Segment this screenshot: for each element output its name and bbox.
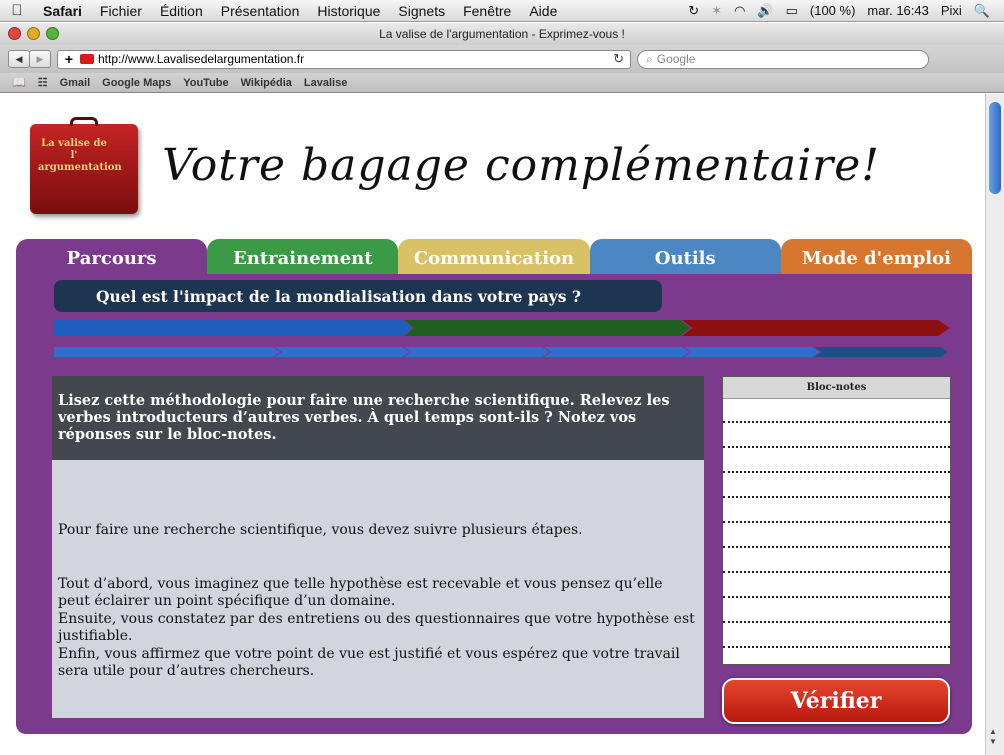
apple-icon[interactable]: 	[0, 2, 34, 19]
paragraph-step-1: Tout d’abord, vous imaginez que telle hy…	[58, 576, 663, 609]
progress-step-4[interactable]	[544, 347, 690, 357]
bookmarks-bar: 📖 ☷ Gmail Google Maps YouTube Wikipédia …	[0, 73, 1004, 93]
page-scrollbar[interactable]: ▲ ▼	[985, 94, 1004, 755]
notepad[interactable]: Bloc-notes	[722, 376, 951, 665]
spotlight-icon[interactable]: 🔍	[974, 3, 990, 19]
tab-communication[interactable]: Communication	[398, 239, 590, 277]
notepad-line[interactable]	[723, 421, 950, 423]
notepad-line[interactable]	[723, 521, 950, 523]
paragraph-step-2: Ensuite, vous constatez par des entretie…	[58, 611, 695, 644]
zoom-window-icon[interactable]	[46, 27, 59, 40]
forward-button[interactable]: ▶	[29, 50, 51, 68]
menu-bar:  Safari Fichier Édition Présentation Hi…	[0, 0, 1004, 22]
menu-historique[interactable]: Historique	[308, 3, 389, 19]
back-button[interactable]: ◀	[8, 50, 30, 68]
scroll-arrows-icon[interactable]: ▲ ▼	[989, 727, 997, 747]
notepad-line[interactable]	[723, 571, 950, 573]
top-sites-grid-icon[interactable]: ☷	[38, 76, 48, 89]
notepad-line[interactable]	[723, 546, 950, 548]
notepad-line[interactable]	[723, 446, 950, 448]
menu-fenetre[interactable]: Fenêtre	[454, 3, 520, 19]
progress-step-1[interactable]	[54, 347, 280, 357]
instructions: Lisez cette méthodologie pour faire une …	[52, 376, 704, 460]
paragraph-step-3: Enfin, vous affirmez que votre point de …	[58, 646, 680, 679]
main-tabs: Parcours Entrainement Communication Outi…	[16, 239, 973, 277]
search-field[interactable]: ⌕ Google	[637, 49, 929, 69]
verify-button[interactable]: Vérifier	[722, 678, 950, 724]
volume-icon[interactable]: 🔊	[757, 3, 773, 19]
notepad-line[interactable]	[723, 621, 950, 623]
notepad-line[interactable]	[723, 646, 950, 648]
battery-icon[interactable]: ▭	[786, 3, 798, 19]
scrollbar-thumb[interactable]	[989, 102, 1001, 194]
tab-mode-emploi[interactable]: Mode d'emploi	[780, 239, 973, 277]
search-placeholder: Google	[656, 52, 696, 66]
site-logo[interactable]: La valise de l' argumentation	[30, 117, 138, 214]
window-title: La valise de l'argumentation - Exprimez-…	[379, 27, 625, 41]
progress-step-5[interactable]	[684, 347, 820, 357]
menu-aide[interactable]: Aide	[520, 3, 566, 19]
menu-safari[interactable]: Safari	[34, 3, 91, 19]
window-title-bar: La valise de l'argumentation - Exprimez-…	[0, 23, 1004, 45]
exercise-text-area: Lisez cette méthodologie pour faire une …	[52, 376, 704, 718]
time-machine-icon[interactable]: ↻	[688, 3, 699, 19]
browser-toolbar: ◀ ▶ + http://www.Lavalisedelargumentatio…	[0, 45, 1004, 73]
question-banner: Quel est l'impact de la mondialisation d…	[54, 280, 662, 312]
address-bar[interactable]: + http://www.Lavalisedelargumentation.fr…	[57, 49, 631, 69]
bookmark-google-maps[interactable]: Google Maps	[102, 77, 171, 89]
tab-entrainement[interactable]: Entrainement	[207, 239, 399, 277]
suitcase-handle	[70, 117, 98, 126]
menu-fichier[interactable]: Fichier	[91, 3, 151, 19]
bookmark-youtube[interactable]: YouTube	[183, 77, 228, 89]
progress-main-1[interactable]	[54, 320, 412, 336]
site-favicon	[80, 54, 94, 64]
tab-outils[interactable]: Outils	[589, 239, 781, 277]
tab-parcours[interactable]: Parcours	[16, 239, 208, 277]
reload-icon[interactable]: ↻	[613, 51, 630, 67]
battery-percent: (100 %)	[809, 3, 856, 18]
web-page: La valise de l' argumentation Votre baga…	[0, 94, 985, 755]
menu-signets[interactable]: Signets	[389, 3, 454, 19]
progress-step-2[interactable]	[274, 347, 410, 357]
progress-step-6[interactable]	[814, 347, 948, 357]
bookmark-lavalise[interactable]: Lavalise	[304, 77, 347, 89]
notepad-line[interactable]	[723, 596, 950, 598]
menu-presentation[interactable]: Présentation	[212, 3, 309, 19]
add-bookmark-icon[interactable]: +	[62, 51, 76, 67]
clock[interactable]: mar. 16:43	[867, 3, 928, 18]
bookmarks-book-icon[interactable]: 📖	[12, 76, 26, 89]
progress-arrows	[54, 320, 950, 357]
wifi-icon[interactable]: ◠	[734, 3, 745, 19]
exercise-panel: Quel est l'impact de la mondialisation d…	[16, 274, 972, 734]
notepad-line[interactable]	[723, 471, 950, 473]
bluetooth-icon[interactable]: ✶	[711, 3, 722, 19]
minimize-window-icon[interactable]	[27, 27, 40, 40]
user-name[interactable]: Pixi	[941, 3, 962, 18]
menu-edition[interactable]: Édition	[151, 3, 212, 19]
notepad-line[interactable]	[723, 496, 950, 498]
bookmark-gmail[interactable]: Gmail	[60, 77, 91, 89]
logo-text: La valise de l' argumentation	[38, 138, 122, 173]
paragraph-intro: Pour faire une recherche scientifique, v…	[58, 522, 583, 538]
close-window-icon[interactable]	[8, 27, 21, 40]
url-text[interactable]: http://www.Lavalisedelargumentation.fr	[98, 52, 304, 66]
notepad-title: Bloc-notes	[723, 377, 950, 399]
progress-main-2[interactable]	[404, 320, 690, 336]
progress-main-3[interactable]	[682, 320, 950, 336]
search-icon: ⌕	[646, 51, 653, 66]
site-slogan: Votre bagage complémentaire!	[162, 140, 880, 191]
progress-step-3[interactable]	[404, 347, 550, 357]
bookmark-wikipedia[interactable]: Wikipédia	[241, 77, 292, 89]
